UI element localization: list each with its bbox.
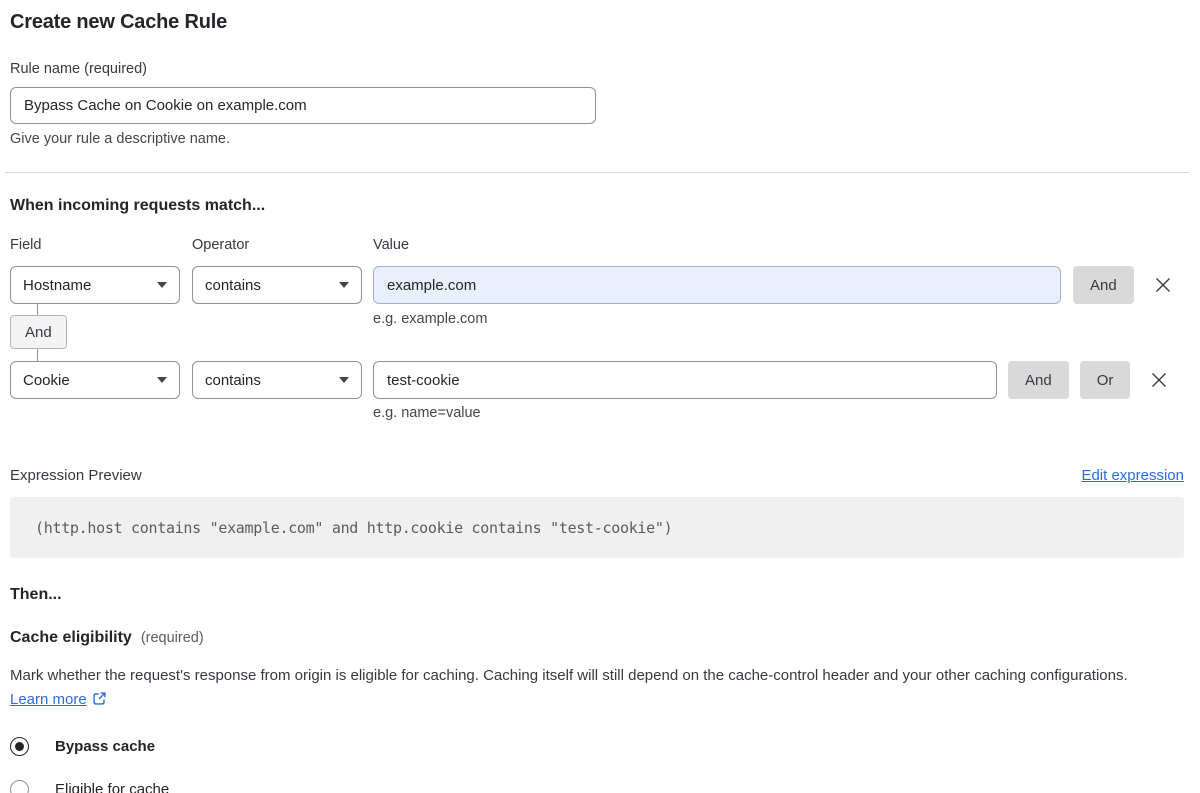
remove-row-2-button[interactable] — [1149, 361, 1169, 399]
match-builder: And Hostname contains And e.g. example.c… — [10, 266, 1184, 423]
rule-name-input[interactable] — [10, 87, 596, 124]
page-title: Create new Cache Rule — [10, 11, 227, 33]
radio-eligible-for-cache-label: Eligible for cache — [55, 781, 170, 793]
or-button-row-2[interactable]: Or — [1079, 361, 1131, 399]
create-cache-rule-page: Create new Cache Rule Rule name (require… — [0, 0, 1200, 793]
operator-select-2-value: contains — [205, 371, 261, 389]
row-connector-and-button[interactable]: And — [10, 315, 67, 349]
operator-select-1[interactable]: contains — [192, 266, 362, 304]
radio-selected-icon[interactable] — [10, 737, 29, 756]
remove-row-1-button[interactable] — [1153, 266, 1173, 304]
expression-header: Expression Preview Edit expression — [10, 467, 1184, 484]
field-select-1-value: Hostname — [23, 276, 92, 294]
and-button-row-1[interactable]: And — [1073, 266, 1134, 304]
radio-option-eligible-for-cache[interactable]: Eligible for cache — [10, 780, 1184, 793]
value-hint-1: e.g. example.com — [373, 311, 488, 327]
chevron-down-icon — [157, 282, 167, 288]
match-heading: When incoming requests match... — [10, 197, 266, 214]
value-input-1[interactable] — [373, 266, 1061, 304]
description-text: Mark whether the request's response from… — [10, 667, 1128, 684]
field-select-1[interactable]: Hostname — [10, 266, 180, 304]
expression-code-block: (http.host contains "example.com" and ht… — [10, 497, 1184, 558]
chevron-down-icon — [339, 377, 349, 383]
cache-eligibility-title: Cache eligibility — [10, 629, 132, 646]
value-input-2[interactable] — [373, 361, 997, 399]
radio-unselected-icon[interactable] — [10, 780, 29, 793]
radio-bypass-cache-label: Bypass cache — [55, 738, 156, 755]
rule-name-help: Give your rule a descriptive name. — [10, 131, 231, 147]
expression-preview-label: Expression Preview — [10, 467, 142, 484]
value-hint-2: e.g. name=value — [373, 405, 481, 421]
cache-eligibility-description: Mark whether the request's response from… — [10, 664, 1170, 712]
field-select-2-value: Cookie — [23, 371, 70, 389]
close-icon — [1152, 373, 1167, 387]
rule-name-label: Rule name (required) — [10, 61, 148, 77]
operator-select-2[interactable]: contains — [192, 361, 362, 399]
and-button-row-2[interactable]: And — [1008, 361, 1069, 399]
required-note: (required) — [140, 630, 204, 646]
condition-row-1: Hostname contains And — [10, 266, 1173, 304]
field-select-2[interactable]: Cookie — [10, 361, 180, 399]
then-heading: Then... — [10, 586, 62, 603]
section-divider — [5, 172, 1189, 173]
edit-expression-link[interactable]: Edit expression — [1081, 467, 1184, 484]
external-link-icon — [93, 692, 106, 705]
radio-option-bypass-cache[interactable]: Bypass cache — [10, 737, 1184, 756]
value-column-label: Value — [373, 237, 410, 253]
operator-select-1-value: contains — [205, 276, 261, 294]
learn-more-link[interactable]: Learn more — [10, 691, 87, 708]
close-icon — [1155, 278, 1170, 292]
condition-row-2: Cookie contains And Or — [10, 361, 1169, 399]
chevron-down-icon — [157, 377, 167, 383]
field-column-label: Field — [10, 237, 42, 253]
chevron-down-icon — [339, 282, 349, 288]
operator-column-label: Operator — [192, 237, 250, 253]
cache-eligibility-heading: Cache eligibility (required) — [10, 629, 1184, 647]
column-labels: Field Operator Value — [10, 237, 1184, 253]
